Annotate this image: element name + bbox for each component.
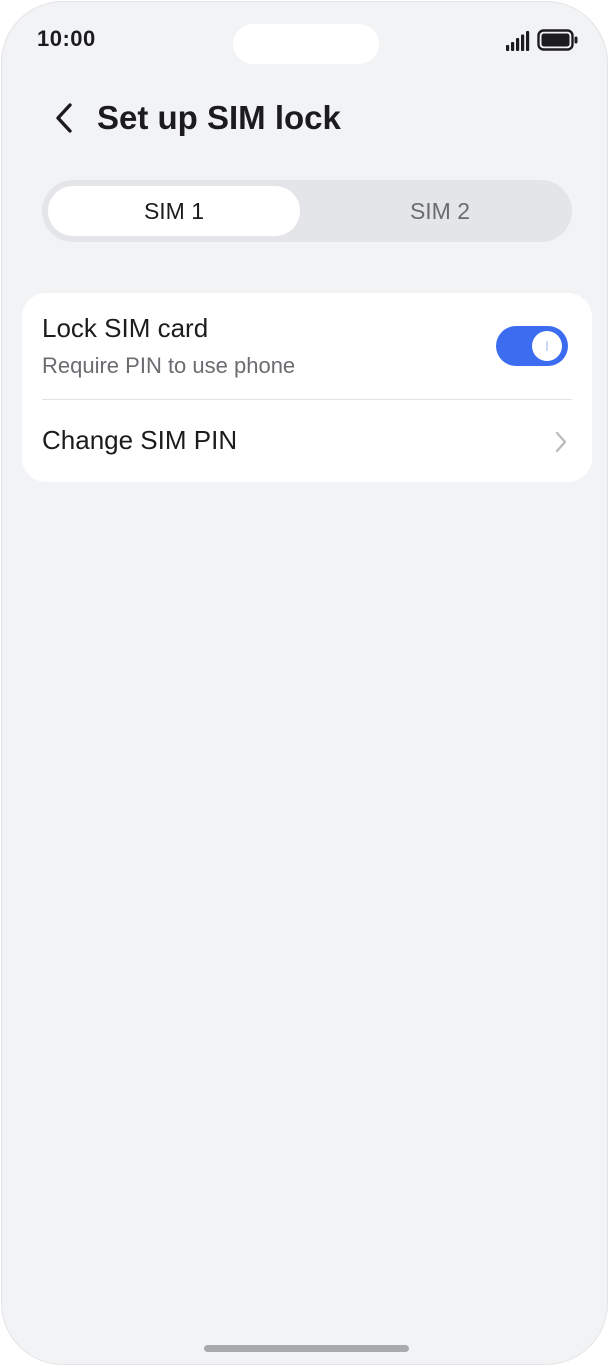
page-title: Set up SIM lock <box>97 99 341 136</box>
status-time: 10:00 <box>37 26 96 51</box>
phone-screen: 10:00 Set up SIM lock SIM 1 SIM 2 Lock S… <box>1 1 608 1365</box>
chevron-left-icon <box>56 103 72 133</box>
lock-sim-card-toggle[interactable] <box>496 326 568 366</box>
camera-notch <box>233 24 379 64</box>
sim-lock-settings-card: Lock SIM card Require PIN to use phone C… <box>22 293 592 482</box>
status-bar: 10:00 <box>2 2 607 82</box>
battery-icon <box>537 29 578 51</box>
back-button[interactable] <box>42 96 86 140</box>
lock-sim-card-title: Lock SIM card <box>42 313 209 343</box>
tab-sim-2[interactable]: SIM 2 <box>314 186 566 236</box>
lock-sim-card-row: Lock SIM card Require PIN to use phone <box>22 293 592 399</box>
change-sim-pin-title: Change SIM PIN <box>42 425 238 455</box>
page-header: Set up SIM lock <box>2 82 607 154</box>
tab-sim-1[interactable]: SIM 1 <box>48 186 300 236</box>
chevron-right-icon <box>555 431 567 453</box>
sim-tab-selector: SIM 1 SIM 2 <box>42 180 572 242</box>
home-indicator[interactable] <box>204 1345 409 1352</box>
toggle-knob <box>532 331 562 361</box>
lock-sim-card-subtitle: Require PIN to use phone <box>42 353 296 378</box>
signal-icon <box>506 31 530 51</box>
change-sim-pin-row[interactable]: Change SIM PIN <box>22 400 592 482</box>
